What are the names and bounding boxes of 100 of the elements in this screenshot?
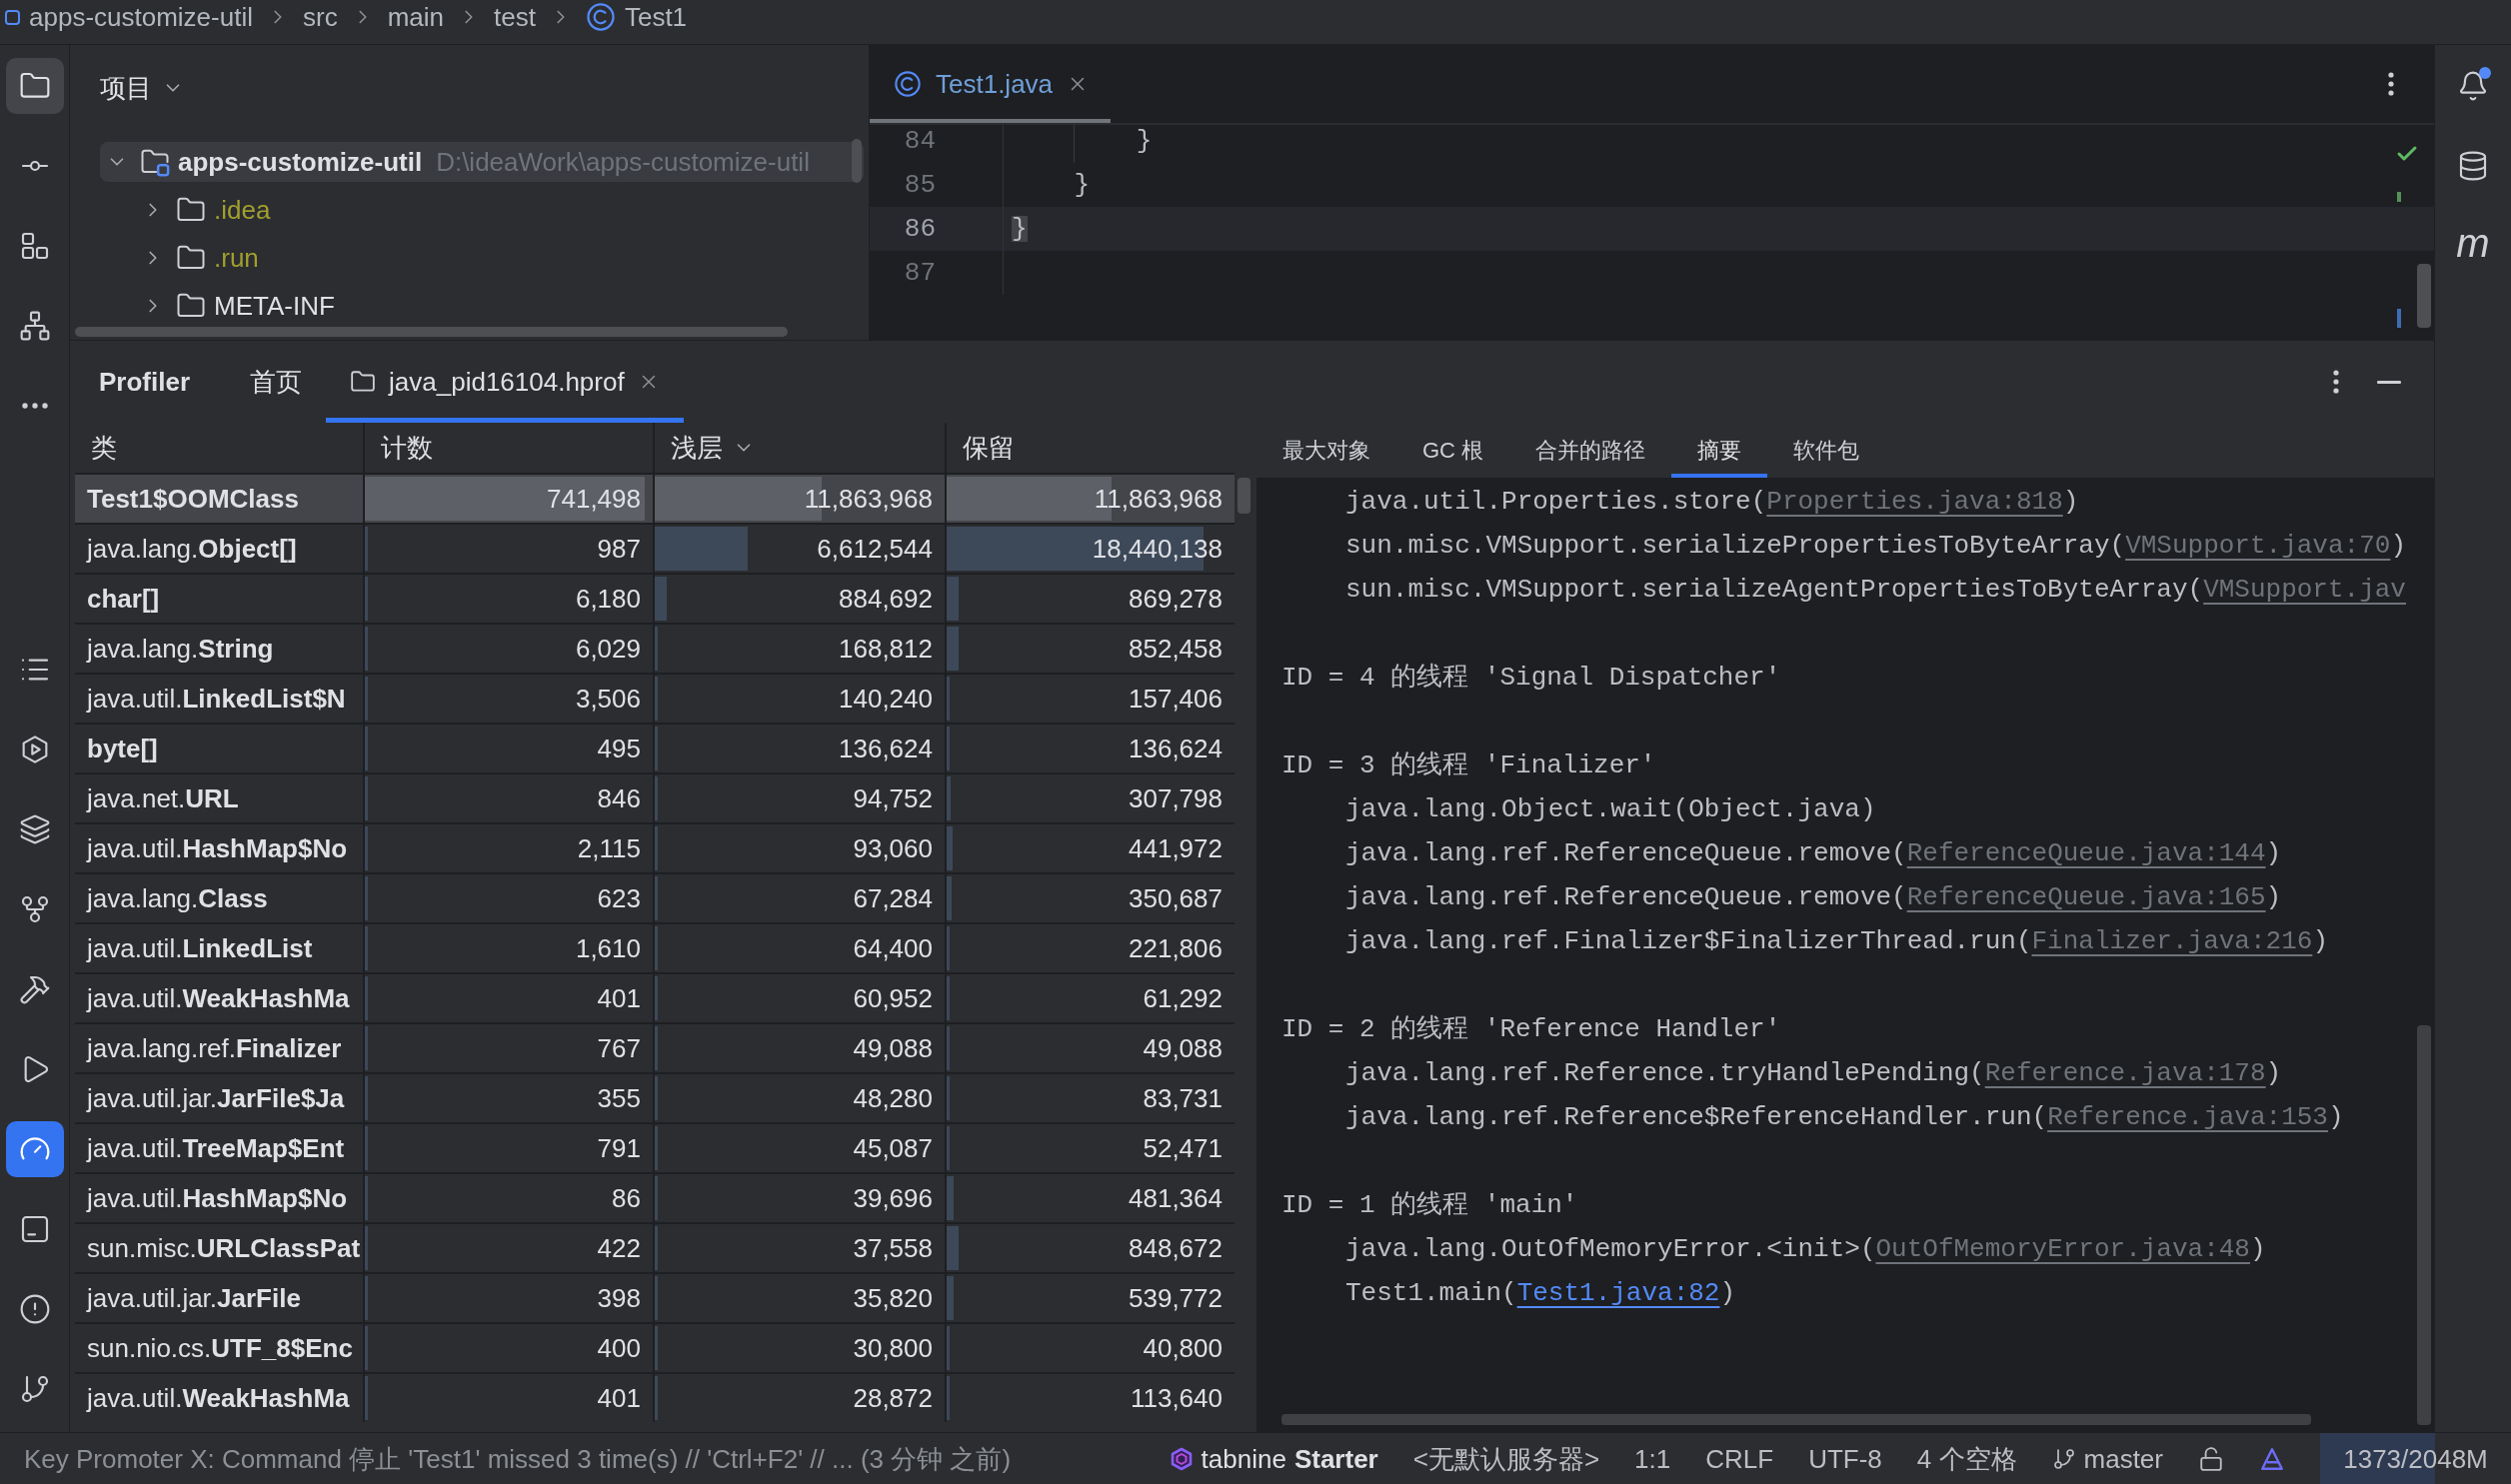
table-row[interactable]: java.util.LinkedList 1,610 64,400 221,806 [75, 922, 1235, 972]
cell-value: 40,800 [1143, 1335, 1223, 1361]
table-row[interactable]: char[] 6,180 884,692 869,278 [75, 573, 1235, 623]
vertical-scrollbar[interactable] [2417, 1025, 2431, 1425]
line-separator[interactable]: CRLF [1705, 1445, 1774, 1472]
module-folder-icon [140, 147, 170, 177]
table-row[interactable]: java.util.WeakHashMa 401 28,872 113,640 [75, 1372, 1235, 1422]
tree-item[interactable]: apps-customize-util D:\ideaWork\apps-customize-util [100, 142, 864, 182]
module-icon [5, 9, 20, 25]
cell-value: 157,406 [1129, 686, 1223, 712]
tool-button[interactable]: m [2456, 223, 2490, 269]
cell-value: 422 [597, 1235, 641, 1261]
table-cell: byte[] [75, 725, 363, 772]
horizontal-scrollbar[interactable] [1281, 1414, 2311, 1425]
table-cell: java.lang.Object[] [75, 525, 363, 573]
source-link[interactable]: Test1.java:82 [1516, 1278, 1720, 1308]
memory-usage: 1373/2048M [2343, 1445, 2488, 1472]
table-row[interactable]: java.util.jar.JarFile 398 35,820 539,772 [75, 1272, 1235, 1322]
table-cell: char[] [75, 575, 363, 623]
cell-value: 28,872 [853, 1385, 933, 1411]
table-row[interactable]: java.util.TreeMap$Ent 791 45,087 52,471 [75, 1122, 1235, 1172]
breadcrumb-item[interactable]: Test1 [585, 2, 688, 32]
plugin-widget[interactable]: tabnine Starter [1169, 1445, 1378, 1472]
table-row[interactable]: java.lang.Class 623 67,284 350,687 [75, 872, 1235, 922]
tool-window-button[interactable] [5, 58, 64, 114]
file-encoding[interactable]: UTF-8 [1808, 1445, 1882, 1472]
cell-value: 987 [597, 536, 641, 562]
table-row[interactable]: Test1$OOMClass 741,498 11,863,968 11,863,968 [75, 473, 1235, 523]
code-text: } [1012, 216, 1028, 242]
indent-setting[interactable]: 4 个空格 [1916, 1445, 2017, 1472]
cell-value: 48,280 [853, 1085, 933, 1111]
tab[interactable]: 摘要 [1671, 423, 1768, 478]
view-selector[interactable]: 项目 [100, 75, 184, 101]
horizontal-scrollbar[interactable] [75, 327, 788, 337]
cell-value: 52,471 [1143, 1135, 1223, 1161]
triangle-icon [2259, 1445, 2285, 1472]
table-row[interactable]: java.util.HashMap$No 86 39,696 481,364 [75, 1172, 1235, 1222]
cell-value: 35,820 [853, 1285, 933, 1311]
column-header[interactable]: 浅层 [655, 423, 945, 473]
table-row[interactable]: java.net.URL 846 94,752 307,798 [75, 772, 1235, 822]
branch-widget[interactable]: master [2051, 1445, 2163, 1472]
status-message[interactable]: Key Promoter X: Command 停止 'Test1' missed 3 time(s) // 'Ctrl+F2' // ... (3 分钟 之前) [24, 1445, 1012, 1472]
line-number: 87 [904, 260, 936, 286]
tab[interactable]: GC 根 [1396, 423, 1510, 478]
caret-position[interactable]: 1:1 [1634, 1445, 1671, 1472]
breadcrumb-item[interactable]: test [494, 4, 536, 30]
cell-value: 6,029 [575, 636, 641, 662]
cell-value: 791 [597, 1135, 641, 1161]
column-header[interactable]: 保留 [947, 423, 1235, 473]
table-row[interactable]: sun.nio.cs.UTF_8$Enc 400 30,800 40,800 [75, 1322, 1235, 1372]
vertical-scrollbar[interactable] [2417, 264, 2431, 328]
tool-tab[interactable]: 首页 [226, 341, 327, 423]
status-icon-button[interactable] [2259, 1445, 2285, 1472]
tab[interactable]: 合并的路径 [1509, 423, 1672, 478]
tree-item[interactable]: .idea [136, 190, 277, 230]
cell-value: 2,115 [577, 835, 641, 861]
cell-value: 39,696 [853, 1185, 933, 1211]
table-row[interactable]: java.lang.String 6,029 168,812 852,458 [75, 623, 1235, 673]
server-selector[interactable]: <无默认服务器> [1412, 1445, 1600, 1472]
class-icon [585, 2, 616, 32]
open-lock-icon [2198, 1445, 2224, 1472]
vertical-scrollbar[interactable] [852, 139, 862, 183]
cell-value: 86 [612, 1185, 641, 1211]
tree-item[interactable]: .run [136, 238, 265, 278]
table-row[interactable]: java.util.LinkedList$N 3,506 140,240 157,406 [75, 673, 1235, 723]
breadcrumb-item[interactable]: src [303, 4, 338, 30]
column-header[interactable]: 计数 [365, 423, 653, 473]
cell-value: 400 [597, 1335, 641, 1361]
cell-value: 61,292 [1143, 985, 1223, 1011]
tab[interactable]: 软件包 [1767, 423, 1886, 478]
hexagon-logo-icon [1169, 1446, 1194, 1471]
table-row[interactable]: sun.misc.URLClassPat 422 37,558 848,672 [75, 1222, 1235, 1272]
lock-button[interactable] [2198, 1445, 2224, 1472]
cell-value: 307,798 [1129, 785, 1223, 811]
layers-icon [18, 813, 51, 845]
breadcrumb-item[interactable]: apps-customize-util [5, 4, 253, 30]
cell-value: 495 [597, 736, 641, 761]
git-branch-icon [2051, 1446, 2076, 1471]
cell-value: 350,687 [1129, 885, 1223, 911]
tool-window-title: Profiler [99, 369, 191, 395]
cell-value: 11,863,968 [1094, 486, 1223, 512]
tree-item[interactable]: META-INF [136, 286, 341, 326]
more-icon [21, 403, 48, 409]
breadcrumb-item[interactable]: main [387, 4, 444, 30]
table-row[interactable]: java.lang.ref.Finalizer 767 49,088 49,088 [75, 1022, 1235, 1072]
stack-frame: java.lang.ref.Finalizer$FinalizerThread.run(Finalizer.java:216) [1345, 919, 2328, 963]
stack-frame: java.lang.ref.ReferenceQueue.remove(ReferenceQueue.java:144) [1345, 831, 2282, 875]
table-row[interactable]: java.util.jar.JarFile$Ja 355 48,280 83,731 [75, 1072, 1235, 1122]
table-row[interactable]: java.util.HashMap$No 2,115 93,060 441,972 [75, 822, 1235, 872]
line-number: 85 [904, 172, 936, 198]
tab[interactable]: 最大对象 [1256, 423, 1396, 478]
vertical-scrollbar[interactable] [1238, 478, 1251, 514]
table-row[interactable]: java.lang.Object[] 987 6,612,544 18,440,138 [75, 523, 1235, 573]
table-row[interactable]: byte[] 495 136,624 136,624 [75, 723, 1235, 772]
table-row[interactable]: java.util.WeakHashMa 401 60,952 61,292 [75, 972, 1235, 1022]
table-cell: java.util.WeakHashMa [75, 974, 363, 1022]
tool-window-button[interactable] [5, 1121, 64, 1177]
column-header[interactable]: 类 [75, 423, 363, 473]
editor-tab[interactable]: Test1.java [870, 45, 1112, 123]
memory-indicator[interactable]: 1373/2048M [2320, 1433, 2511, 1484]
